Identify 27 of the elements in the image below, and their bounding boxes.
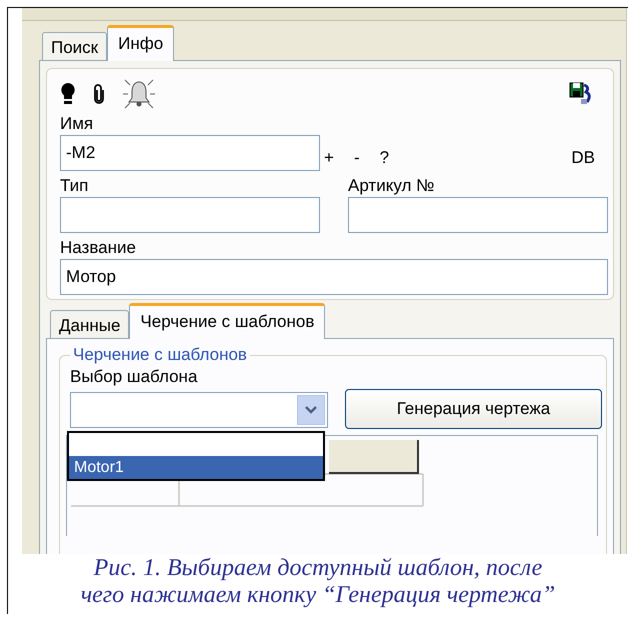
- input-field[interactable]: [60, 197, 320, 233]
- action-button[interactable]: +: [320, 148, 338, 168]
- field-label: Выбор шаблона: [70, 366, 198, 388]
- action-button[interactable]: -: [350, 148, 364, 168]
- figure-caption: Рис. 1. Выбираем доступный шаблон, после: [94, 555, 542, 582]
- group-title: Черчение с шаблонов: [70, 345, 250, 365]
- db-button[interactable]: DB: [567, 148, 599, 168]
- paperclip-icon: [94, 84, 104, 104]
- template-dropdown[interactable]: [70, 392, 328, 428]
- database-save-icon[interactable]: [569, 81, 593, 107]
- generate-drawing-button[interactable]: Генерация чертежа: [345, 389, 602, 429]
- tab[interactable]: Инфо: [107, 25, 174, 61]
- tab[interactable]: Данные: [50, 310, 130, 339]
- input-field[interactable]: [348, 197, 608, 233]
- dropdown-option[interactable]: Motor1: [69, 456, 323, 479]
- action-button[interactable]: ?: [376, 148, 394, 168]
- figure-caption: чего нажимаем кнопку “Генерация чертежа”: [80, 582, 556, 609]
- input-field[interactable]: Мотор: [60, 259, 608, 295]
- field-label: Артикул №: [348, 175, 436, 197]
- field-label: Тип: [60, 175, 90, 197]
- tab[interactable]: Поиск: [42, 32, 108, 61]
- field-label: Имя: [60, 113, 94, 135]
- tab[interactable]: Черчение с шаблонов: [129, 303, 326, 339]
- bell-icon: [122, 77, 156, 111]
- input-field[interactable]: -M2: [60, 135, 320, 171]
- lightbulb-icon: [60, 82, 76, 106]
- field-label: Название: [60, 237, 137, 259]
